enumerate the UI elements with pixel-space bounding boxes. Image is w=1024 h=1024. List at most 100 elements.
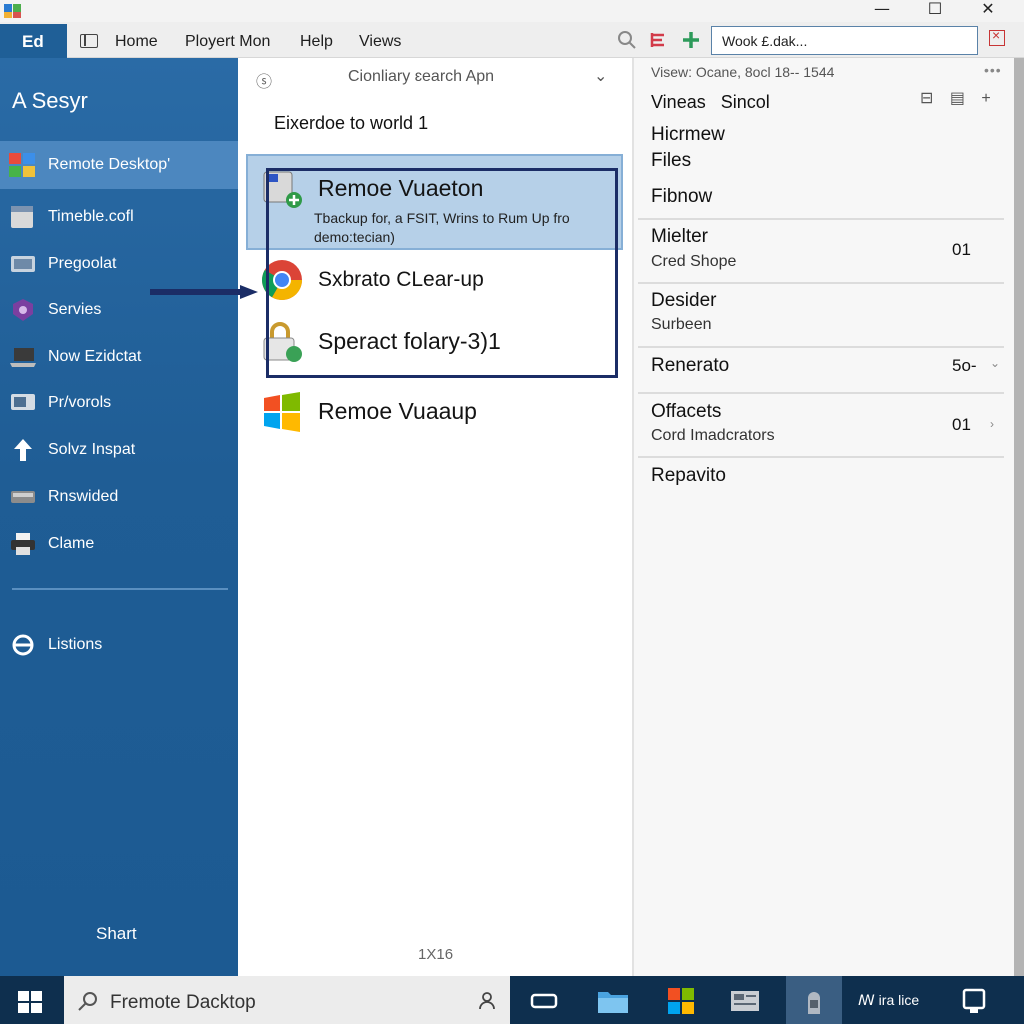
view-tools-icons[interactable]: ⊟ ▤ + <box>920 88 997 108</box>
sidebar-item-label: Solvz Inspat <box>48 441 136 458</box>
search-scope-dropdown[interactable]: Cionliary ɛearch Apn <box>348 68 494 86</box>
search-icon[interactable] <box>615 28 639 52</box>
sidebar: A Sesyr Remote Desktop' Timeble.cofl Pre… <box>0 58 238 976</box>
details-row-title[interactable]: Desider <box>651 290 716 312</box>
row-divider <box>638 456 1004 458</box>
timetable-icon <box>11 206 33 228</box>
details-row-sub: Cord Imadcrators <box>651 427 775 444</box>
sidebar-item-label: Remote Desktop' <box>48 156 171 173</box>
folder-icon[interactable] <box>80 34 98 48</box>
more-options-icon[interactable]: ••• <box>984 62 1002 78</box>
person-icon[interactable]: ⓢ <box>256 68 272 92</box>
action-center-icon[interactable] <box>958 986 992 1016</box>
menu-item-ployert-mon[interactable]: Ployert Mon <box>185 33 270 51</box>
taskbar-search-text[interactable]: Fremote Dacktop <box>110 992 256 1014</box>
services-icon <box>13 299 33 321</box>
system-tray-text[interactable]: ꟿ ira lice <box>858 992 919 1009</box>
maximize-button[interactable]: ☐ <box>915 0 955 22</box>
details-row-title[interactable]: Offacets <box>651 401 721 423</box>
details-row-sub: Surbeen <box>651 316 712 333</box>
menu-tab-ed[interactable]: Ed <box>0 24 67 58</box>
menu-item-views[interactable]: Views <box>359 33 401 51</box>
monitor-icon <box>11 394 35 410</box>
sidebar-item-label: Pr/vorols <box>48 394 112 411</box>
details-row-sub: Cred Shope <box>651 253 737 270</box>
chevron-down-icon[interactable]: ⌄ <box>990 356 1000 370</box>
sidebar-item-label: Clame <box>48 535 95 552</box>
sidebar-item-timetable[interactable]: Timeble.cofl <box>0 193 238 241</box>
taskbar: Fremote Dacktop ꟿ ira lice <box>0 976 1024 1024</box>
sidebar-item-label: Rnswided <box>48 488 119 505</box>
close-button[interactable]: ✕ <box>968 0 1008 22</box>
page-indicator: 1X16 <box>418 946 454 963</box>
sidebar-item-prvorols[interactable]: Pr/vorols <box>0 379 238 427</box>
row-divider <box>638 392 1004 394</box>
details-row-title[interactable]: Repavito <box>651 465 726 487</box>
details-pane: Visew: Ocane, 8ocl 18-- 1544 ••• Vineas … <box>634 58 1014 976</box>
sidebar-item-now-ezidctat[interactable]: Now Ezidctat <box>0 333 238 381</box>
task-list-pane: ⓢ Cionliary ɛearch Apn ⌄ Eixerdoe to wor… <box>238 58 632 976</box>
window-edge <box>1014 58 1024 976</box>
row-divider <box>638 218 1004 220</box>
sidebar-item-remote-desktop[interactable]: Remote Desktop' <box>0 141 238 189</box>
sidebar-item-label: Pregoolat <box>48 255 117 272</box>
menu-bar: Ed Home Ployert Mon Help Views Wook £.da… <box>0 22 1024 58</box>
laptop-icon <box>10 348 36 367</box>
drive-icon <box>11 491 35 503</box>
app-icon <box>4 4 21 18</box>
view-header: Visew: Ocane, 8ocl 18-- 1544 <box>651 64 835 80</box>
sidebar-divider <box>12 588 228 590</box>
close-panel-icon[interactable] <box>989 27 1005 46</box>
task-view-icon[interactable] <box>527 986 561 1016</box>
add-icon[interactable] <box>679 28 703 52</box>
menu-item-home[interactable]: Home <box>115 33 158 51</box>
file-explorer-icon[interactable] <box>596 986 630 1016</box>
sync-icon[interactable] <box>647 28 671 52</box>
remote-desktop-taskbar-icon[interactable] <box>797 986 831 1016</box>
chevron-right-icon[interactable]: › <box>990 417 994 431</box>
sidebar-item-label: Servies <box>48 301 102 318</box>
sidebar-item-solvz-inspat[interactable]: Solvz Inspat <box>0 426 238 474</box>
pointer-arrow <box>150 285 258 299</box>
search-input[interactable]: Wook £.dak... <box>711 26 978 55</box>
news-app-icon[interactable] <box>728 986 762 1016</box>
chevron-down-icon[interactable]: ⌄ <box>594 66 607 86</box>
details-row-value: 01 <box>952 240 971 259</box>
user-icon[interactable] <box>477 990 497 1010</box>
minimize-button[interactable]: — <box>862 0 902 22</box>
program-icon <box>11 256 35 272</box>
sidebar-item-listions[interactable]: Listions <box>0 621 238 669</box>
store-icon[interactable] <box>664 986 698 1016</box>
sidebar-item-clame[interactable]: Clame <box>0 520 238 568</box>
details-row-title[interactable]: Renerato <box>651 355 729 377</box>
sidebar-item-rnswided[interactable]: Rnswided <box>0 473 238 521</box>
details-item[interactable]: Fibnow <box>651 186 712 208</box>
sidebar-item-label: Now Ezidctat <box>48 348 142 365</box>
row-divider <box>638 346 1004 348</box>
internet-explorer-icon <box>12 634 34 656</box>
focus-rectangle <box>266 168 618 378</box>
column-vineas[interactable]: Vineas <box>651 92 706 112</box>
windows-logo-icon <box>264 392 300 432</box>
row-divider <box>638 282 1004 284</box>
menu-item-help[interactable]: Help <box>300 33 333 51</box>
search-icon <box>78 992 97 1011</box>
pane-heading: Eixerdoe to world 1 <box>274 113 429 133</box>
details-row-value: 01 <box>952 415 971 434</box>
start-button-icon[interactable] <box>18 991 42 1013</box>
details-item[interactable]: Hicrmew <box>651 124 725 146</box>
task-title: Remoe Vuaaup <box>318 398 477 424</box>
sidebar-item-label: Listions <box>48 636 103 653</box>
upload-arrow-icon <box>14 439 32 461</box>
column-headers: Vineas Sincol <box>651 92 770 113</box>
sidebar-item-program[interactable]: Pregoolat <box>0 240 238 288</box>
sidebar-footer[interactable]: Shart <box>96 924 137 944</box>
details-row-title[interactable]: Mielter <box>651 226 708 248</box>
title-bar: — ☐ ✕ <box>0 0 1024 22</box>
sidebar-title: A Sesyr <box>12 88 88 113</box>
column-sincol[interactable]: Sincol <box>721 92 770 112</box>
details-row-value[interactable]: 5o- <box>952 356 977 376</box>
details-item[interactable]: Files <box>651 150 691 172</box>
printer-icon <box>11 533 35 555</box>
sidebar-item-label: Timeble.cofl <box>48 208 134 225</box>
